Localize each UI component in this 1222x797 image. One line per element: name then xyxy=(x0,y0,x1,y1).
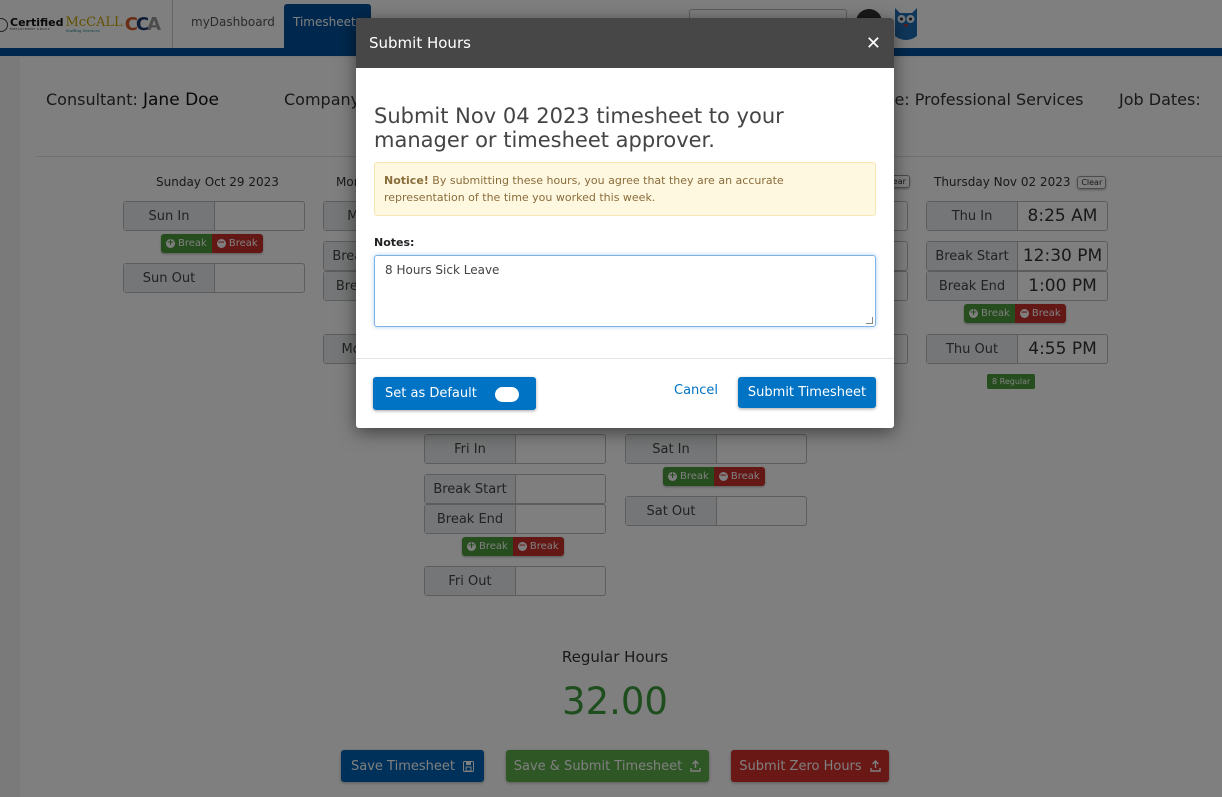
modal-footer: Set as Default Cancel Submit Timesheet xyxy=(356,358,894,428)
set-as-default-label: Set as Default xyxy=(385,386,477,401)
notice-strong: Notice! xyxy=(384,174,429,187)
close-icon[interactable]: ✕ xyxy=(866,33,881,54)
cancel-button[interactable]: Cancel xyxy=(674,383,718,398)
set-as-default-toggle[interactable] xyxy=(495,387,519,402)
submit-timesheet-button[interactable]: Submit Timesheet xyxy=(738,377,876,408)
submit-hours-modal: Submit Hours ✕ Submit Nov 04 2023 timesh… xyxy=(356,18,894,428)
notice-alert: Notice! By submitting these hours, you a… xyxy=(374,162,876,216)
modal-body: Submit Nov 04 2023 timesheet to your man… xyxy=(356,68,894,327)
notes-label: Notes: xyxy=(374,236,415,249)
notice-text: By submitting these hours, you agree tha… xyxy=(384,174,784,204)
modal-lead-text: Submit Nov 04 2023 timesheet to your man… xyxy=(374,104,784,152)
modal-header: Submit Hours ✕ xyxy=(356,18,894,68)
modal-title: Submit Hours xyxy=(369,34,471,52)
notes-value: 8 Hours Sick Leave xyxy=(385,263,500,277)
resize-grip-icon[interactable] xyxy=(866,317,873,324)
set-as-default-button[interactable]: Set as Default xyxy=(373,377,536,410)
notes-textarea[interactable]: 8 Hours Sick Leave xyxy=(374,255,876,327)
